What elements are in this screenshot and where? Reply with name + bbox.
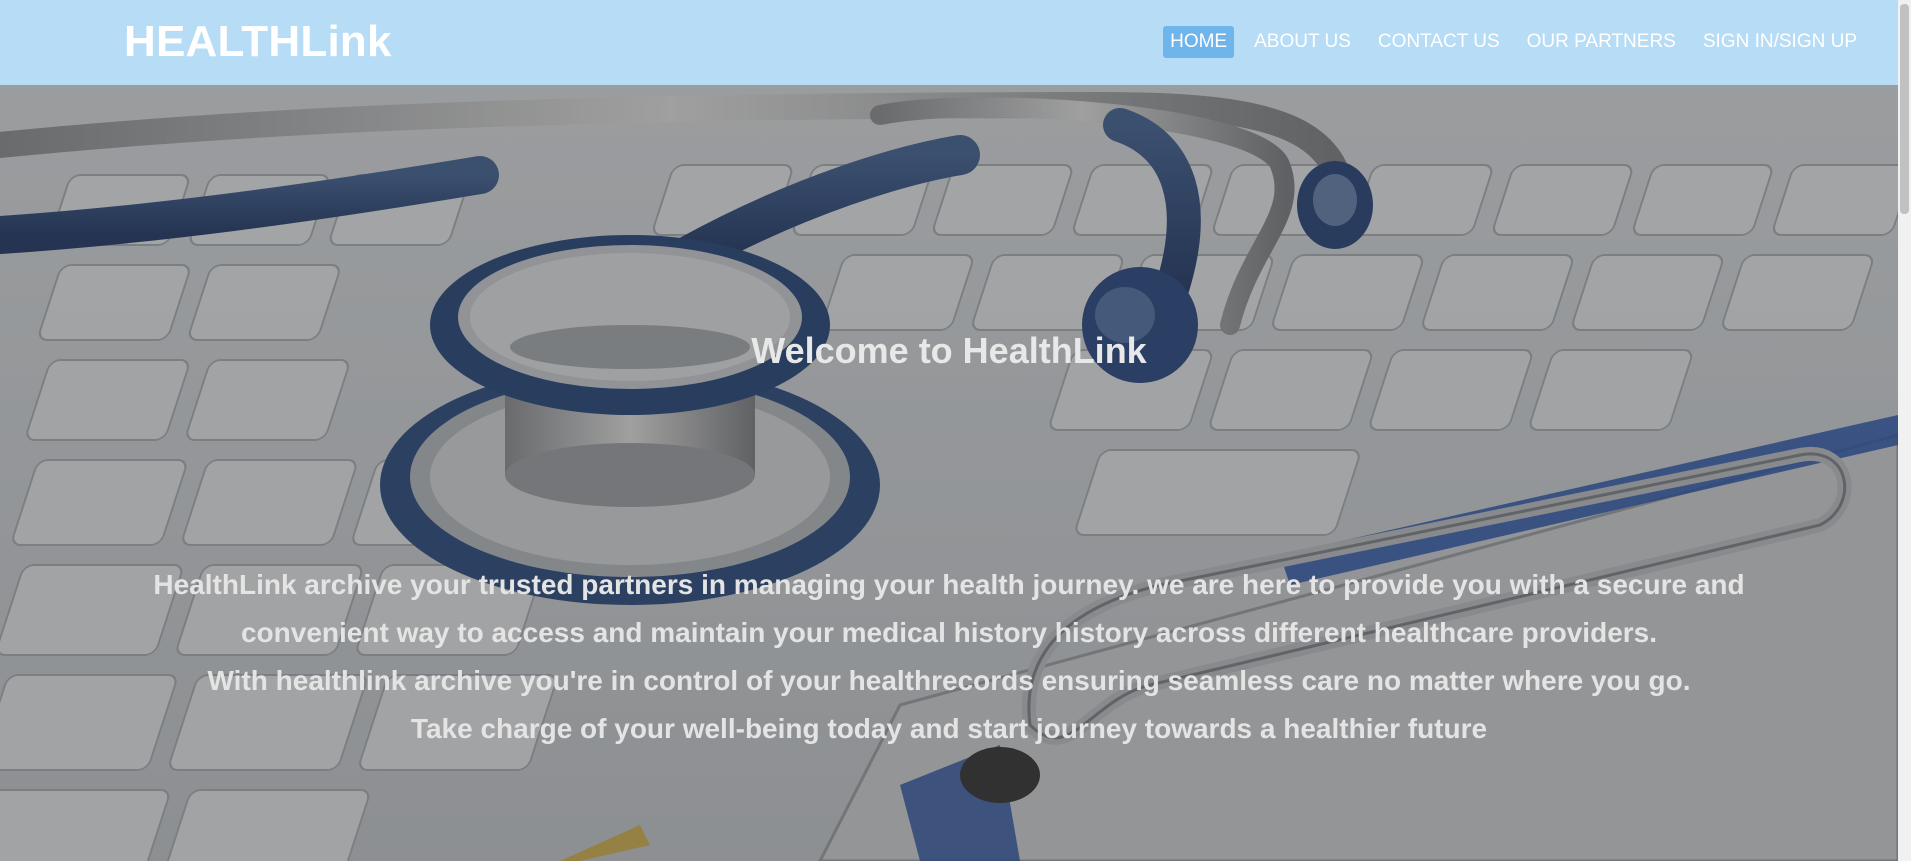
vertical-scrollbar[interactable] (1898, 0, 1911, 861)
hero-line-3: With healthlink archive you're in contro… (207, 665, 1691, 696)
nav-our-partners[interactable]: OUR PARTNERS (1520, 26, 1683, 58)
nav-contact-us[interactable]: CONTACT US (1371, 26, 1507, 58)
nav-sign-in-sign-up[interactable]: SIGN IN/SIGN UP (1696, 26, 1864, 58)
hero-description: HealthLink archive your trusted partners… (60, 561, 1838, 753)
nav-about-us[interactable]: ABOUT US (1247, 26, 1358, 58)
hero-line-1: HealthLink archive your trusted partners… (153, 569, 1745, 600)
hero-line-4: Take charge of your well-being today and… (410, 713, 1488, 744)
nav-home[interactable]: HOME (1163, 26, 1235, 58)
scrollbar-thumb[interactable] (1900, 4, 1909, 214)
hero-title: Welcome to HealthLink (751, 330, 1147, 371)
site-logo[interactable]: HEALTHLink (124, 16, 392, 68)
hero-line-2: convenient way to access and maintain yo… (240, 617, 1658, 648)
top-navbar: HEALTHLink HOME ABOUT US CONTACT US OUR … (0, 0, 1898, 85)
main-nav: HOME ABOUT US CONTACT US OUR PARTNERS SI… (1150, 26, 1864, 58)
hero-section: Welcome to HealthLink HealthLink archive… (0, 85, 1898, 861)
page: HEALTHLink HOME ABOUT US CONTACT US OUR … (0, 0, 1911, 861)
hero-content: Welcome to HealthLink HealthLink archive… (0, 85, 1898, 861)
